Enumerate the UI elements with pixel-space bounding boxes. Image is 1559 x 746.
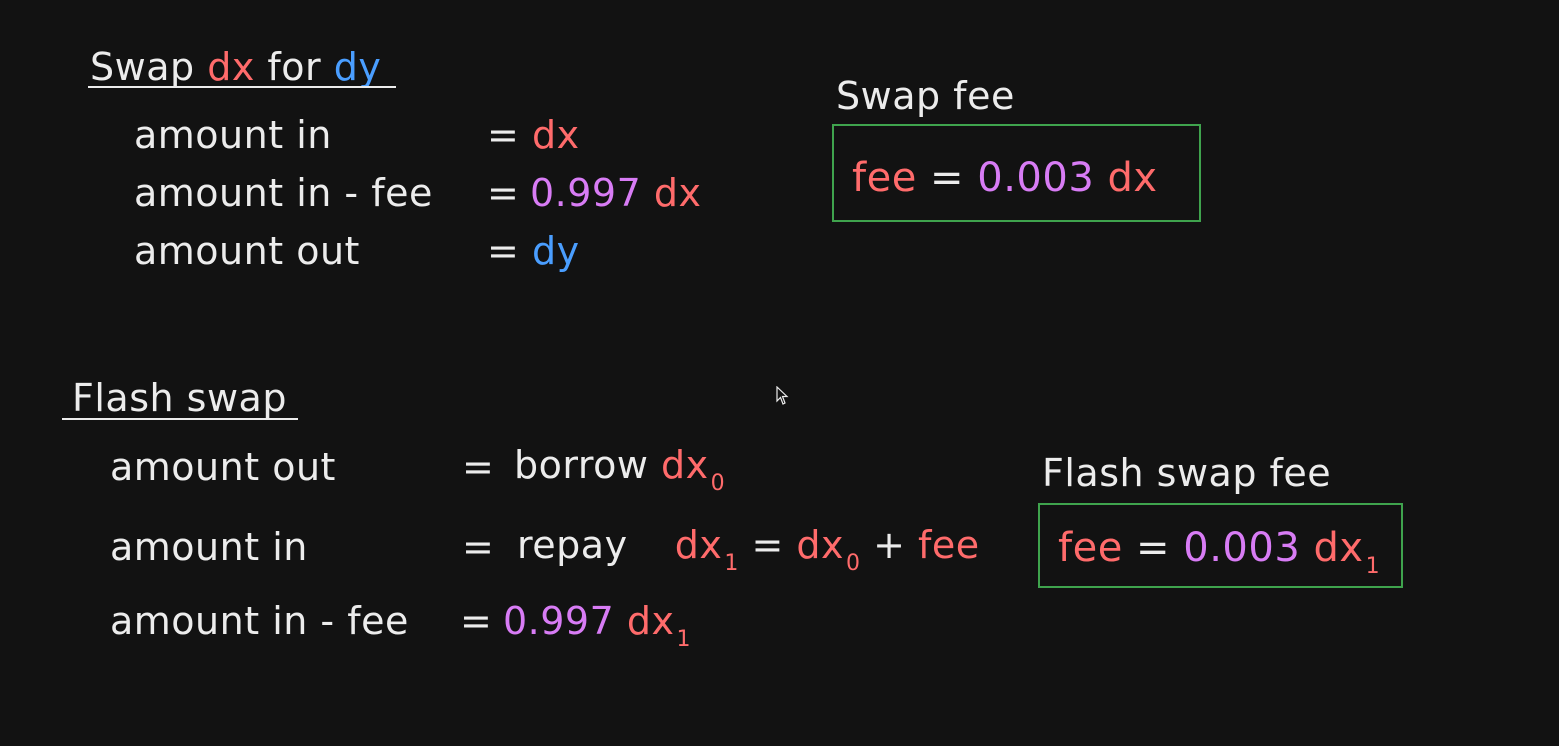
flash-row-amount-in-label: amount in xyxy=(110,525,308,569)
swap-heading-prefix: Swap xyxy=(90,45,195,89)
flash-row-amount-out-word: borrow xyxy=(514,443,649,487)
swap-heading-dx: dx xyxy=(207,45,255,89)
swap-fee-lhs: fee xyxy=(852,155,917,201)
flash-row-amount-out-expr: borrow dx0 xyxy=(514,443,725,495)
swap-row-amount-in-fee-var: dx xyxy=(653,171,702,215)
swap-row-amount-out-var: dy xyxy=(532,229,580,273)
flash-row-amount-in-fee-sub: 1 xyxy=(676,627,691,652)
swap-fee-title: Swap fee xyxy=(836,74,1015,118)
flash-row-amount-in-fee-label: amount in - fee xyxy=(110,599,409,643)
flash-row-amount-in-word: repay xyxy=(517,523,628,567)
flash-row-amount-in-fee: fee xyxy=(918,523,980,567)
flash-fee-sub: 1 xyxy=(1365,554,1381,579)
swap-heading-dy: dy xyxy=(333,45,382,89)
flash-row-amount-in-eq2: = xyxy=(751,523,784,567)
swap-row-amount-out-label: amount out xyxy=(134,229,360,273)
swap-row-amount-in-eq: = xyxy=(487,113,520,157)
flash-row-amount-in-plus: + xyxy=(873,523,906,567)
flash-row-amount-out-eq: = xyxy=(462,445,495,489)
flash-row-amount-in-sub: 1 xyxy=(724,551,739,576)
swap-row-amount-in-fee-eq: = xyxy=(487,171,520,215)
swap-row-amount-in-fee-label: amount in - fee xyxy=(134,171,433,215)
flash-fee-var: dx xyxy=(1313,525,1364,571)
flash-row-amount-in-fee-eq: = xyxy=(460,599,493,643)
flash-row-amount-in-sub2: 0 xyxy=(846,551,861,576)
flash-heading-underline xyxy=(62,418,298,420)
swap-fee-formula: fee = 0.003 dx xyxy=(852,158,1158,198)
flash-row-amount-in-fee-var: dx xyxy=(626,599,675,643)
swap-heading-for: for xyxy=(267,45,322,89)
flash-row-amount-in-var2: dx xyxy=(796,523,844,567)
flash-fee-formula: fee = 0.003 dx1 xyxy=(1058,525,1380,578)
flash-row-amount-in-expr: repay dx1 = dx0 + fee xyxy=(517,523,980,575)
swap-row-amount-out-eq: = xyxy=(487,229,520,273)
flash-row-amount-out-label: amount out xyxy=(110,445,336,489)
flash-row-amount-in-fee-expr: 0.997 dx1 xyxy=(503,599,691,651)
flash-fee-coef: 0.003 xyxy=(1183,525,1301,571)
swap-heading: Swap dx for dy xyxy=(90,48,381,86)
swap-row-amount-in-fee-expr: 0.997 dx xyxy=(530,174,702,212)
swap-row-amount-in-fee-coef: 0.997 xyxy=(530,171,642,215)
swap-fee-var: dx xyxy=(1107,155,1158,201)
swap-heading-underline xyxy=(88,86,396,88)
flash-fee-eq: = xyxy=(1136,525,1171,571)
flash-row-amount-out-var: dx xyxy=(661,443,709,487)
flash-fee-lhs: fee xyxy=(1058,525,1123,571)
flash-row-amount-out-sub: 0 xyxy=(710,471,726,496)
flash-fee-title: Flash swap fee xyxy=(1042,451,1332,495)
flash-heading: Flash swap xyxy=(72,376,287,420)
flash-row-amount-in-var: dx xyxy=(674,523,723,567)
swap-fee-coef: 0.003 xyxy=(977,155,1095,201)
swap-row-amount-in-var: dx xyxy=(532,113,580,157)
flash-row-amount-in-eq: = xyxy=(462,525,495,569)
mouse-cursor-icon xyxy=(776,386,789,405)
flash-row-amount-in-fee-coef: 0.997 xyxy=(503,599,615,643)
swap-fee-eq: = xyxy=(930,155,965,201)
swap-row-amount-in-label: amount in xyxy=(134,113,332,157)
